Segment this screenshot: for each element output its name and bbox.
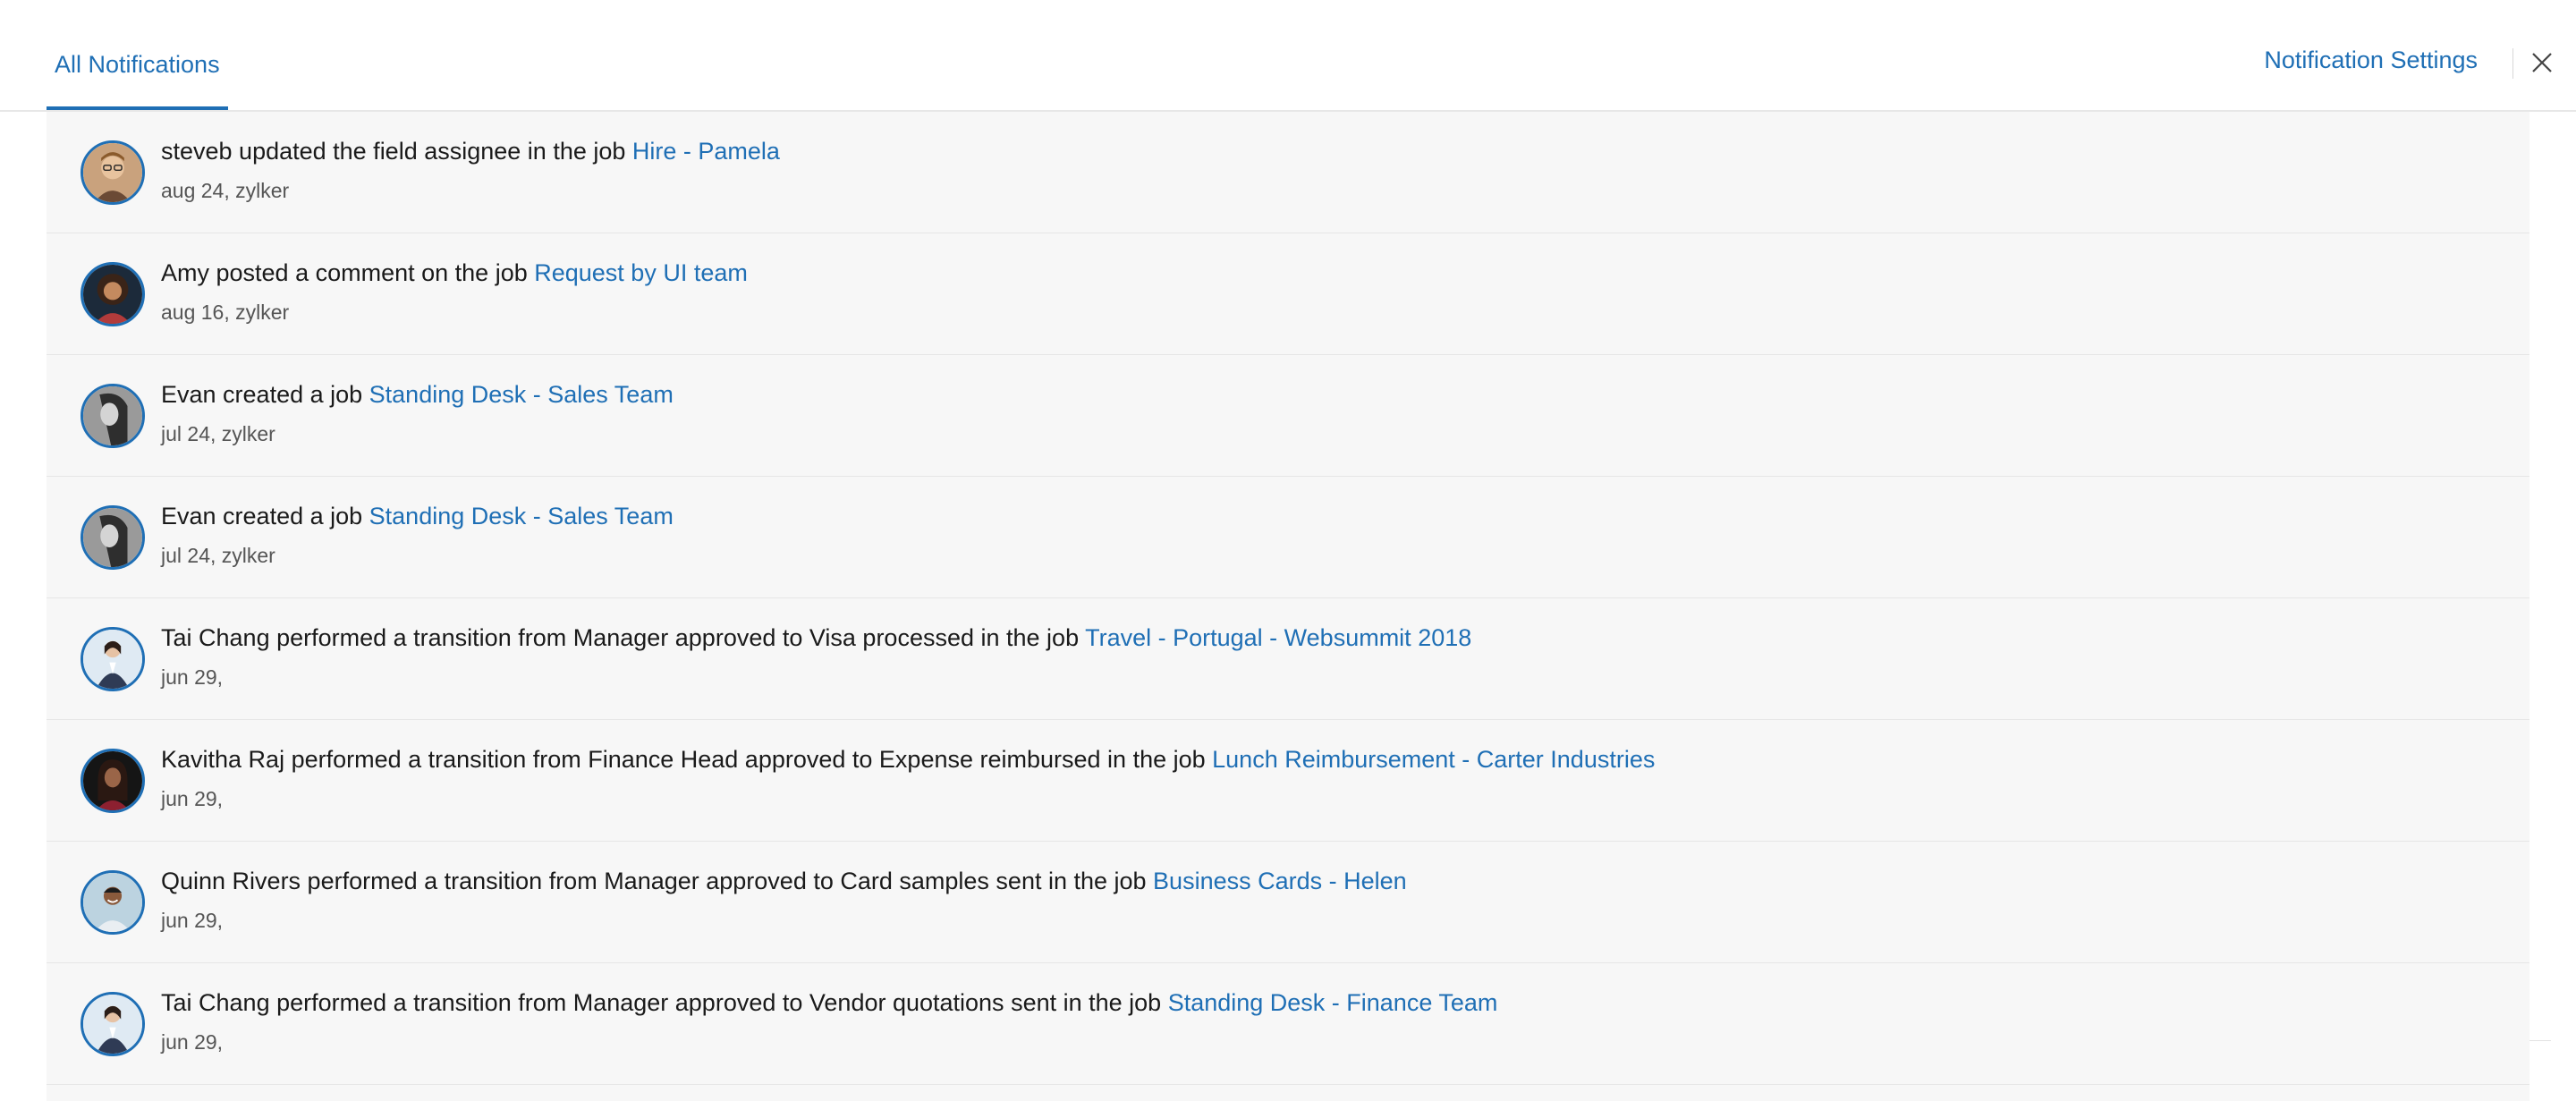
man-smiling-avatar	[80, 870, 145, 935]
notification-meta: jun 29,	[161, 909, 224, 932]
notification-list: steveb updated the field assignee in the…	[47, 112, 2529, 1101]
notification-message: steveb updated the field assignee in the…	[161, 138, 780, 165]
notification-text: Kavitha Raj performed a transition from …	[161, 746, 1213, 773]
notification-meta: jul 24, zylker	[161, 544, 275, 567]
notification-settings-link[interactable]: Notification Settings	[2264, 47, 2478, 74]
notification-message: Evan created a job Standing Desk - Sales…	[161, 503, 674, 530]
notification-meta: jun 29,	[161, 665, 224, 689]
notification-row[interactable]: Kavitha Raj performed a transition from …	[47, 720, 2529, 842]
job-link[interactable]: Hire - Pamela	[632, 138, 780, 165]
notification-row[interactable]: Evan created a job Standing Desk - Sales…	[47, 355, 2529, 477]
job-link[interactable]: Standing Desk - Sales Team	[369, 503, 674, 529]
woman-dark-hair-avatar	[80, 749, 145, 813]
job-link[interactable]: Travel - Portugal - Websummit 2018	[1085, 624, 1471, 651]
woman-business-avatar	[80, 992, 145, 1056]
woman-curly-hair-avatar	[80, 262, 145, 326]
woman-monochrome-avatar	[80, 384, 145, 448]
job-link[interactable]: Standing Desk - Finance Team	[1168, 989, 1498, 1016]
notification-text: Quinn Rivers performed a transition from…	[161, 868, 1154, 894]
woman-monochrome-avatar	[80, 505, 145, 570]
notification-text: Evan created a job	[161, 381, 369, 408]
notification-message: Tai Chang performed a transition from Ma…	[161, 989, 1497, 1017]
notification-row[interactable]: Evan created a job Standing Desk - Sales…	[47, 477, 2529, 598]
notification-meta: aug 24, zylker	[161, 179, 290, 202]
close-icon	[2532, 53, 2552, 72]
job-link[interactable]: Lunch Reimbursement - Carter Industries	[1212, 746, 1655, 773]
notification-row[interactable]: Tai Chang performed a transition from Ma…	[47, 598, 2529, 720]
woman-business-avatar	[80, 627, 145, 691]
notification-meta: jun 29,	[161, 787, 224, 810]
notification-row[interactable]: Quinn Rivers performed a transition from…	[47, 842, 2529, 963]
notification-message: Tai Chang performed a transition from Ma…	[161, 624, 1471, 652]
man-glasses-avatar	[80, 140, 145, 205]
scroll-edge-line	[2529, 1040, 2551, 1041]
job-link[interactable]: Standing Desk - Sales Team	[369, 381, 674, 408]
job-link[interactable]: Business Cards - Helen	[1153, 868, 1407, 894]
notification-row[interactable]: steveb updated the field assignee in the…	[47, 112, 2529, 233]
close-button[interactable]	[2528, 48, 2556, 77]
notification-text: Evan created a job	[161, 503, 369, 529]
notifications-header: All Notifications Notification Settings	[0, 0, 2576, 112]
notification-message: Kavitha Raj performed a transition from …	[161, 746, 1655, 774]
notification-meta: aug 16, zylker	[161, 301, 290, 324]
notification-text: Tai Chang performed a transition from Ma…	[161, 624, 1086, 651]
notification-message: Quinn Rivers performed a transition from…	[161, 868, 1407, 895]
notification-row[interactable]: Tai Chang performed a transition from Ma…	[47, 963, 2529, 1085]
notification-text: Tai Chang performed a transition from Ma…	[161, 989, 1168, 1016]
job-link[interactable]: Request by UI team	[534, 259, 748, 286]
notification-message: Amy posted a comment on the job Request …	[161, 259, 748, 287]
tab-all-notifications[interactable]: All Notifications	[47, 0, 228, 110]
notification-meta: jul 24, zylker	[161, 422, 275, 445]
notification-text: Amy posted a comment on the job	[161, 259, 535, 286]
notification-row[interactable]: Amy posted a comment on the job Request …	[47, 233, 2529, 355]
notification-text: steveb updated the field assignee in the…	[161, 138, 632, 165]
notification-meta: jun 29,	[161, 1030, 224, 1054]
header-divider	[2512, 48, 2513, 79]
notification-message: Evan created a job Standing Desk - Sales…	[161, 381, 674, 409]
